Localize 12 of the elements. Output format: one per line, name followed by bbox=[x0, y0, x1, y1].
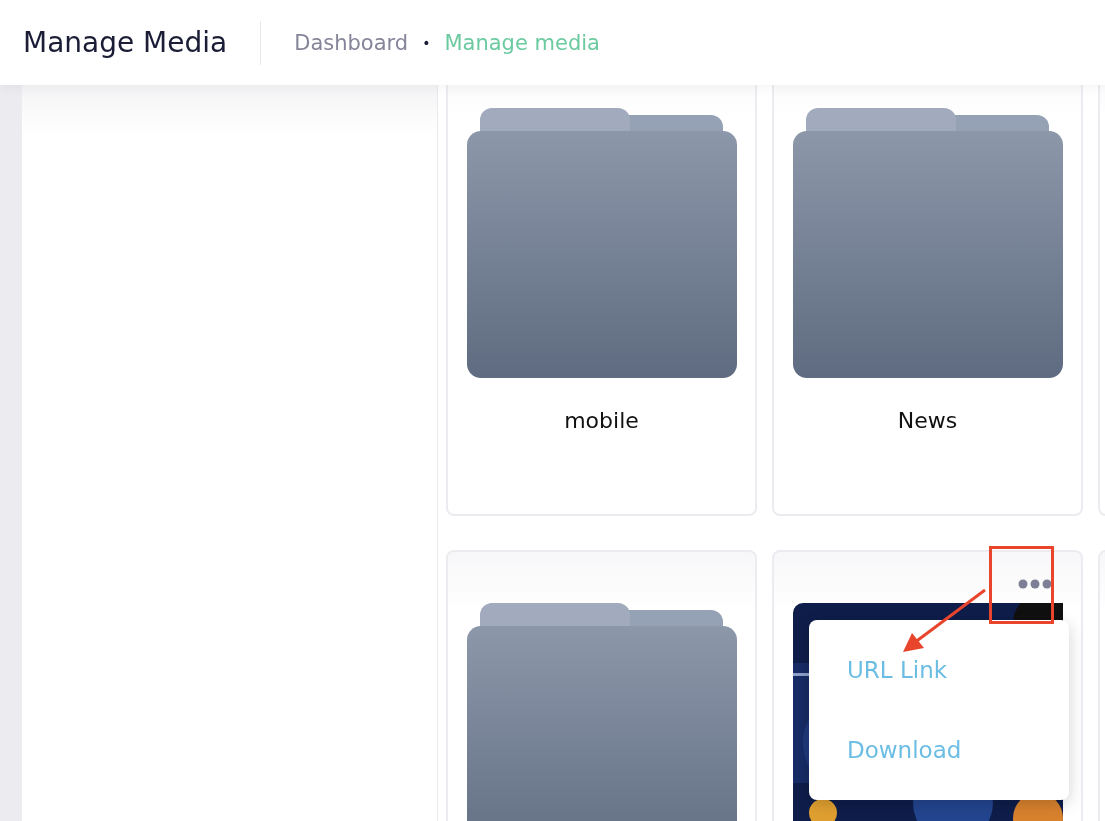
menu-item[interactable]: Download bbox=[809, 737, 1069, 763]
breadcrumb-separator: • bbox=[422, 34, 431, 51]
folder-name: News bbox=[897, 408, 958, 433]
folder-icon bbox=[466, 603, 737, 821]
menu-item[interactable]: URL Link bbox=[809, 657, 1069, 683]
more-icon bbox=[1018, 579, 1052, 589]
breadcrumb-current[interactable]: Manage media bbox=[444, 30, 600, 55]
folder-icon bbox=[792, 108, 1063, 378]
page-title: Manage Media bbox=[23, 26, 228, 59]
folder-name: mobile bbox=[564, 408, 639, 433]
folder-icon bbox=[466, 108, 737, 378]
breadcrumb-link[interactable]: Dashboard bbox=[294, 30, 409, 55]
